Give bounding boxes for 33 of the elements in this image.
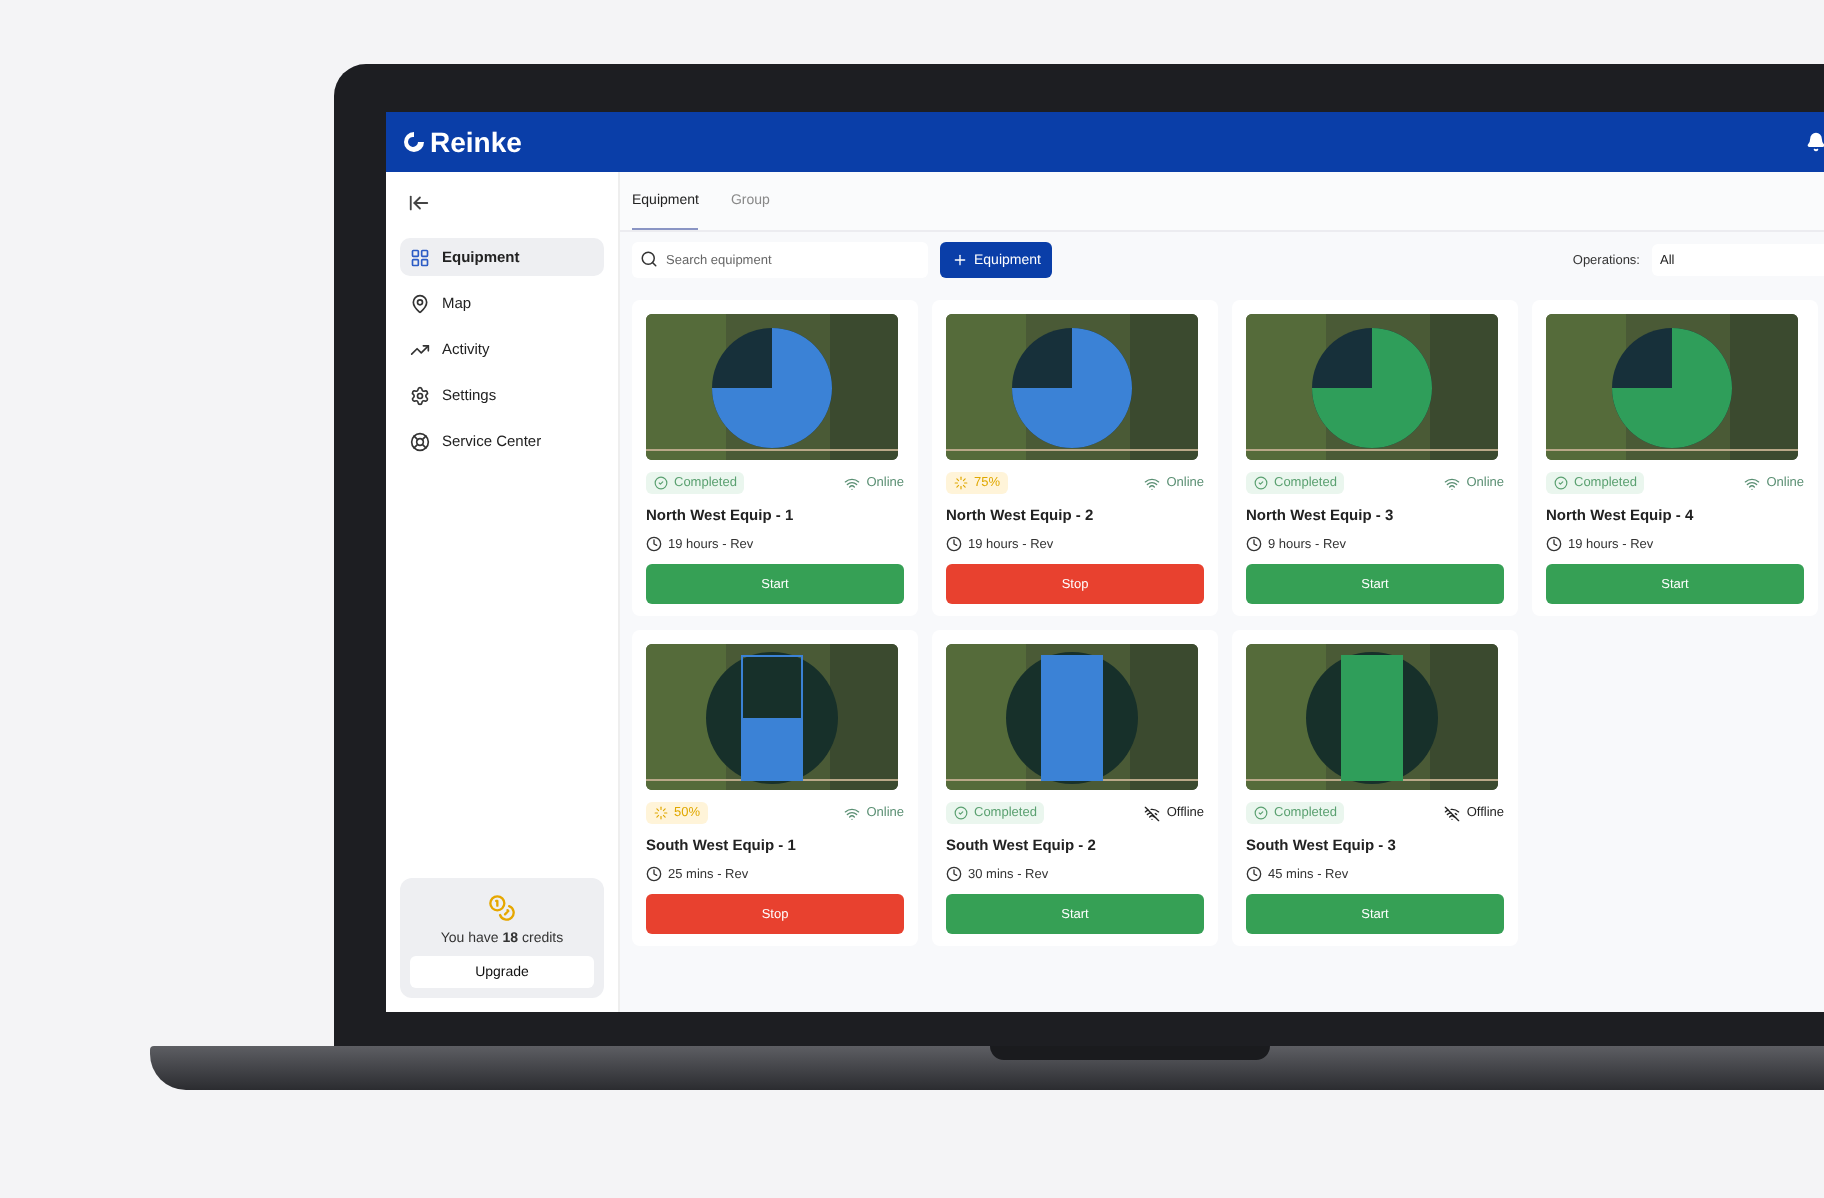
collapse-icon[interactable] <box>408 192 430 214</box>
wifi-icon <box>844 475 861 491</box>
check-circle-icon <box>1254 476 1268 490</box>
clock-icon <box>646 536 662 552</box>
map-pin-icon <box>410 293 430 313</box>
coins-icon <box>488 894 516 922</box>
wifi-icon <box>844 805 861 821</box>
check-circle-icon <box>1554 476 1568 490</box>
wifi-off-icon <box>1444 805 1461 821</box>
lifebuoy-icon <box>410 431 430 451</box>
brand-name: Reinke <box>430 126 522 158</box>
spinner-icon <box>654 806 668 820</box>
check-circle-icon <box>954 806 968 820</box>
chart-line-icon <box>410 339 430 359</box>
grid-icon <box>410 247 430 267</box>
clock-icon <box>1246 866 1262 882</box>
search-icon <box>640 250 658 268</box>
bell-icon[interactable] <box>1806 132 1824 152</box>
check-circle-icon <box>1254 806 1268 820</box>
settings-icon <box>410 385 430 405</box>
wifi-icon <box>1744 475 1761 491</box>
clock-icon <box>1246 536 1262 552</box>
clock-icon <box>946 536 962 552</box>
check-circle-icon <box>654 476 668 490</box>
clock-icon <box>1546 536 1562 552</box>
wifi-off-icon <box>1144 805 1161 821</box>
spinner-icon <box>954 476 968 490</box>
logo-icon <box>402 130 426 154</box>
clock-icon <box>646 866 662 882</box>
wifi-icon <box>1444 475 1461 491</box>
clock-icon <box>946 866 962 882</box>
wifi-icon <box>1144 475 1161 491</box>
plus-icon <box>952 252 968 268</box>
